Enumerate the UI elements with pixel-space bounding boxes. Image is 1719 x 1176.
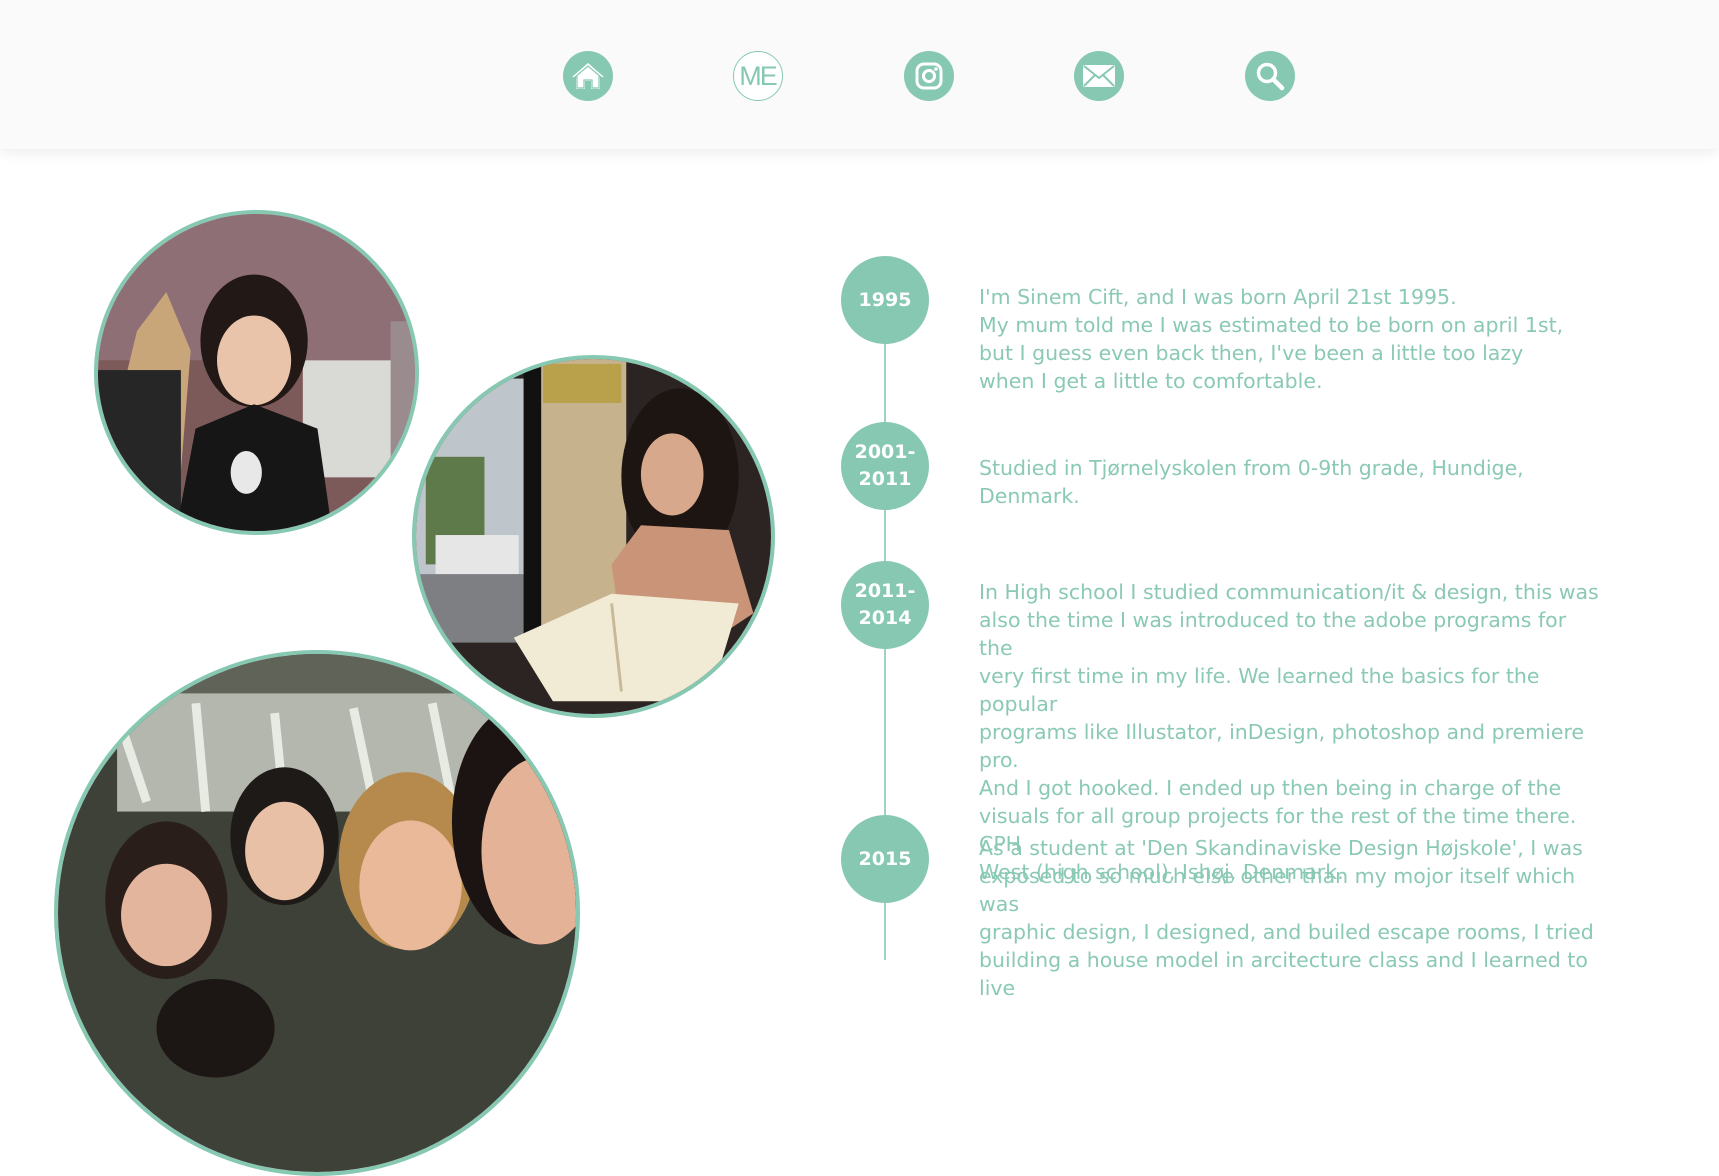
year-badge-2015: 2015: [841, 815, 929, 903]
nav-home-button[interactable]: [563, 51, 613, 101]
nav-mail-button[interactable]: [1074, 51, 1124, 101]
year-badge-2001-2011: 2001- 2011: [841, 422, 929, 510]
mail-icon: [1083, 65, 1115, 87]
nav-search-button[interactable]: [1245, 51, 1295, 101]
year-label: 2015: [858, 847, 912, 870]
me-icon: ME: [739, 60, 777, 91]
timeline-text-2001-2011: Studied in Tjørnelyskolen from 0-9th gra…: [979, 456, 1524, 508]
year-label: 1995: [858, 288, 912, 311]
timeline-text-1995: I'm Sinem Cift, and I was born April 21s…: [979, 285, 1564, 393]
search-icon: [1256, 62, 1285, 91]
top-navbar: ME: [0, 0, 1719, 149]
student-photo: [412, 355, 775, 718]
home-icon: [572, 63, 604, 89]
friends-selfie-photo: [54, 650, 580, 1176]
nav-instagram-button[interactable]: [904, 51, 954, 101]
year-badge-1995: 1995: [841, 256, 929, 344]
year-label: 2001- 2011: [854, 441, 916, 490]
nav-me-button[interactable]: ME: [733, 51, 783, 101]
year-badge-2011-2014: 2011- 2014: [841, 561, 929, 649]
instagram-icon: [915, 62, 943, 90]
timeline-text-2015: As a student at 'Den Skandinaviske Desig…: [979, 836, 1594, 1000]
childhood-photo: [94, 210, 419, 535]
year-label: 2011- 2014: [854, 580, 916, 629]
